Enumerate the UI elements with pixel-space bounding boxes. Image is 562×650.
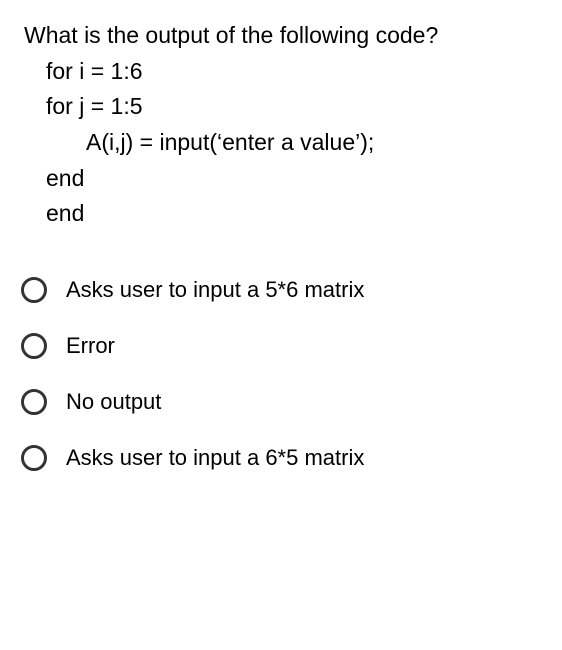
option-label: Asks user to input a 5*6 matrix <box>66 277 364 303</box>
radio-icon[interactable] <box>20 444 48 472</box>
option-row[interactable]: No output <box>20 374 562 430</box>
option-label: Asks user to input a 6*5 matrix <box>66 445 364 471</box>
radio-icon[interactable] <box>20 276 48 304</box>
radio-icon[interactable] <box>20 332 48 360</box>
options-list: Asks user to input a 5*6 matrix Error No… <box>0 232 562 486</box>
code-line: for i = 1:6 <box>24 54 544 90</box>
question-block: What is the output of the following code… <box>0 0 562 232</box>
option-label: Error <box>66 333 115 359</box>
option-row[interactable]: Error <box>20 318 562 374</box>
question-text-line: What is the output of the following code… <box>24 18 544 54</box>
code-line: for j = 1:5 <box>24 89 544 125</box>
code-line: end <box>24 196 544 232</box>
option-label: No output <box>66 389 161 415</box>
code-line: end <box>24 161 544 197</box>
radio-icon[interactable] <box>20 388 48 416</box>
code-line: A(i,j) = input(‘enter a value’); <box>24 125 544 161</box>
option-row[interactable]: Asks user to input a 5*6 matrix <box>20 262 562 318</box>
option-row[interactable]: Asks user to input a 6*5 matrix <box>20 430 562 486</box>
